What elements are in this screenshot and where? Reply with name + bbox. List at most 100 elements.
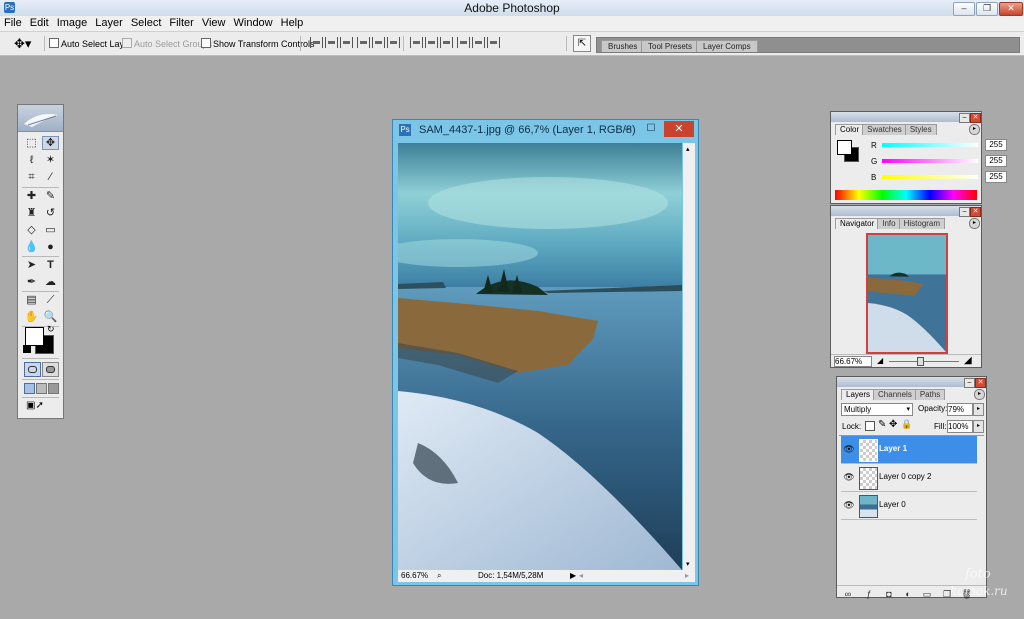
default-colors-icon[interactable]: [23, 345, 31, 353]
zoom-tool-icon[interactable]: 🔍: [42, 310, 59, 324]
palette-well-tab-brushes[interactable]: Brushes: [601, 40, 645, 52]
zoom-out-icon[interactable]: ◢: [877, 356, 883, 365]
document-maximize-button[interactable]: ☐: [640, 121, 662, 137]
go-to-bridge-icon[interactable]: ⇱: [573, 35, 591, 52]
menu-file[interactable]: File: [0, 16, 26, 29]
tab-layers[interactable]: Layers: [841, 389, 876, 400]
distribute-top-edges-icon[interactable]: [410, 37, 423, 48]
show-transform-controls-checkbox[interactable]: Show Transform Controls: [201, 38, 315, 49]
pen-tool-icon[interactable]: ✒: [23, 275, 40, 289]
visibility-eye-icon[interactable]: 👁: [843, 471, 855, 483]
menu-view[interactable]: View: [198, 16, 230, 29]
panel-minimize-icon[interactable]: –: [964, 378, 975, 388]
tab-navigator[interactable]: Navigator: [835, 218, 880, 229]
menu-filter[interactable]: Filter: [165, 16, 197, 29]
new-group-icon[interactable]: ▭: [922, 589, 932, 599]
scroll-down-arrow-icon[interactable]: ▾: [686, 560, 690, 568]
layer-row-layer-1[interactable]: 👁 Layer 1: [841, 436, 977, 464]
scroll-up-arrow-icon[interactable]: ▴: [686, 145, 690, 153]
zoom-in-icon[interactable]: ◢: [964, 355, 972, 366]
visibility-eye-icon[interactable]: 👁: [843, 499, 855, 511]
layer-style-icon[interactable]: ƒ: [864, 589, 874, 599]
align-left-edges-icon[interactable]: [357, 37, 370, 48]
clone-stamp-tool-icon[interactable]: ♜: [23, 206, 40, 220]
opacity-slider-arrow-icon[interactable]: ▸: [973, 403, 984, 416]
panel-close-icon[interactable]: ✕: [970, 113, 981, 123]
crop-tool-icon[interactable]: ⌗: [23, 170, 40, 184]
toolbox-header[interactable]: [18, 105, 63, 132]
red-value-input[interactable]: 255: [985, 139, 1007, 151]
document-zoom-level[interactable]: 66.67%: [401, 570, 428, 582]
hand-tool-icon[interactable]: ✋: [23, 310, 40, 324]
menu-window[interactable]: Window: [230, 16, 277, 29]
fill-input[interactable]: 100%: [947, 420, 973, 433]
lasso-tool-icon[interactable]: ℓ: [23, 153, 40, 167]
align-vertical-centers-icon[interactable]: [325, 37, 338, 48]
visibility-eye-icon[interactable]: 👁: [843, 443, 855, 455]
menu-help[interactable]: Help: [277, 16, 308, 29]
document-close-button[interactable]: ✕: [664, 121, 694, 137]
panel-close-icon[interactable]: ✕: [970, 207, 981, 217]
status-menu-arrow-icon[interactable]: ▶: [570, 570, 576, 582]
standard-mode-icon[interactable]: [24, 362, 41, 377]
menu-select[interactable]: Select: [127, 16, 166, 29]
lock-pixels-icon[interactable]: ✎: [878, 419, 886, 430]
full-screen-menu-mode-icon[interactable]: [36, 383, 47, 394]
standard-screen-mode-icon[interactable]: [24, 383, 35, 394]
jump-to-imageready-icon[interactable]: ▣➚: [26, 400, 44, 411]
custom-shape-tool-icon[interactable]: ☁: [42, 275, 59, 289]
opacity-input[interactable]: 79%: [947, 403, 973, 416]
scroll-right-arrow-icon[interactable]: ▸: [685, 570, 689, 582]
tab-histogram[interactable]: Histogram: [898, 218, 946, 229]
color-spectrum-ramp[interactable]: [835, 190, 977, 200]
adjustment-layer-icon[interactable]: ◐: [903, 589, 913, 599]
tab-swatches[interactable]: Swatches: [862, 124, 907, 135]
panel-minimize-icon[interactable]: –: [959, 207, 970, 217]
menu-layer[interactable]: Layer: [91, 16, 127, 29]
panel-menu-icon[interactable]: ▸: [969, 218, 980, 229]
align-top-edges-icon[interactable]: [310, 37, 323, 48]
window-close-button[interactable]: ✕: [999, 2, 1023, 16]
document-vertical-scrollbar[interactable]: ▴ ▾: [683, 143, 695, 570]
eyedropper-tool-icon[interactable]: ⟋: [42, 293, 59, 307]
tab-color[interactable]: Color: [835, 124, 865, 135]
panel-menu-icon[interactable]: ▸: [969, 124, 980, 135]
blur-tool-icon[interactable]: 💧: [23, 240, 40, 254]
distribute-left-edges-icon[interactable]: [457, 37, 470, 48]
lock-position-icon[interactable]: ✥: [889, 419, 897, 430]
layer-row-layer-0-copy-2[interactable]: 👁 Layer 0 copy 2: [841, 464, 977, 492]
lock-transparency-icon[interactable]: [865, 421, 875, 431]
fill-slider-arrow-icon[interactable]: ▸: [973, 420, 984, 433]
scroll-left-arrow-icon[interactable]: ◂: [579, 570, 583, 582]
palette-well-tab-layer-comps[interactable]: Layer Comps: [696, 40, 758, 52]
panel-menu-icon[interactable]: ▸: [974, 389, 985, 400]
image-canvas[interactable]: [398, 143, 682, 570]
distribute-horizontal-centers-icon[interactable]: [472, 37, 485, 48]
auto-select-groups-checkbox[interactable]: Auto Select Groups: [122, 38, 212, 49]
link-layers-icon[interactable]: ∞: [843, 589, 853, 599]
tab-styles[interactable]: Styles: [904, 124, 937, 135]
align-right-edges-icon[interactable]: [387, 37, 400, 48]
menu-image[interactable]: Image: [53, 16, 92, 29]
move-tool-icon[interactable]: ✥: [42, 136, 59, 150]
layer-row-layer-0[interactable]: 👁 Layer 0: [841, 492, 977, 520]
panel-close-icon[interactable]: ✕: [975, 378, 986, 388]
tab-paths[interactable]: Paths: [914, 389, 946, 400]
window-minimize-button[interactable]: –: [953, 2, 975, 16]
green-slider-track[interactable]: [882, 159, 978, 163]
full-screen-mode-icon[interactable]: [48, 383, 59, 394]
color-foreground-swatch[interactable]: [837, 140, 852, 155]
red-slider-track[interactable]: [882, 143, 978, 147]
navigator-zoom-slider-handle[interactable]: [917, 357, 924, 366]
navigator-thumbnail[interactable]: [866, 233, 948, 354]
tab-info[interactable]: Info: [877, 218, 901, 229]
navigator-panel-header[interactable]: – ✕: [831, 206, 981, 217]
notes-tool-icon[interactable]: ▤: [23, 293, 40, 307]
history-brush-tool-icon[interactable]: ↺: [42, 206, 59, 220]
add-mask-icon[interactable]: ◘: [884, 589, 894, 599]
gradient-tool-icon[interactable]: ▭: [42, 223, 59, 237]
align-horizontal-centers-icon[interactable]: [372, 37, 385, 48]
distribute-bottom-edges-icon[interactable]: [440, 37, 453, 48]
panel-minimize-icon[interactable]: –: [959, 113, 970, 123]
navigator-zoom-input[interactable]: 66.67%: [834, 356, 872, 367]
